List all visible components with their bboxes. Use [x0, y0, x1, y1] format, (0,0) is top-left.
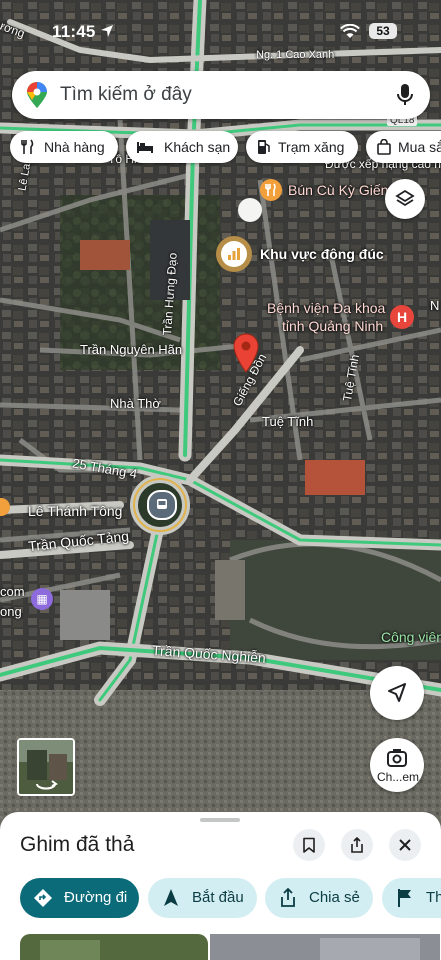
park-label[interactable]: Công viên — [381, 629, 441, 645]
mic-icon[interactable] — [396, 83, 414, 107]
maps-logo-icon — [27, 82, 47, 108]
chip-shopping[interactable]: Mua sắ — [366, 131, 441, 163]
road-label: Tuệ Tĩnh — [262, 414, 314, 429]
place-bottom-sheet[interactable]: Ghim đã thả Đường đi Bắt đầu Chia sẻ Th — [0, 812, 441, 960]
road-label: Lê Thánh Tông — [28, 503, 123, 519]
share-icon — [351, 837, 363, 853]
status-time: 11:45 — [52, 22, 96, 41]
chip-hotels[interactable]: Khách sạn — [126, 131, 238, 163]
chip-restaurants[interactable]: Nhà hàng — [10, 131, 118, 163]
hospital-label-line1[interactable]: Bệnh viện Đa khoa — [267, 300, 385, 316]
search-input[interactable]: Tìm kiếm ở đây — [60, 84, 192, 106]
start-button[interactable]: Bắt đầu — [148, 878, 257, 918]
more-action-button[interactable]: Th — [382, 878, 441, 918]
dropped-pin-marker[interactable] — [231, 332, 261, 379]
share-icon — [281, 888, 295, 907]
camera-search-icon — [387, 749, 407, 767]
directions-icon — [34, 889, 52, 907]
close-icon — [399, 839, 411, 851]
road-label: Nhà Thờ — [110, 396, 161, 411]
layers-icon — [395, 189, 415, 207]
share-top-button[interactable] — [341, 829, 373, 861]
fork-knife-icon — [265, 183, 276, 196]
restaurant-marker[interactable] — [260, 179, 282, 201]
battery-indicator: 53 — [369, 23, 397, 39]
bookmark-icon — [303, 837, 315, 853]
save-button[interactable] — [293, 829, 325, 861]
category-chips: Nhà hàng Khách sạn Trạm xăng Mua sắ — [10, 131, 441, 163]
navigation-start-icon — [164, 889, 178, 906]
red-pin-icon — [233, 333, 259, 373]
lens-label: Ch...em — [376, 770, 419, 784]
status-bar: 11:45 53 — [0, 20, 441, 46]
edge-label: com — [0, 584, 25, 599]
search-bar[interactable]: Tìm kiếm ở đây — [12, 71, 430, 119]
street-view-thumbnail[interactable] — [17, 738, 75, 796]
road-label: Trần Nguyên Hãn — [80, 342, 183, 357]
flag-icon — [398, 889, 411, 907]
wifi-icon — [340, 24, 360, 38]
busy-area-label[interactable]: Khu vực đông đúc — [260, 246, 384, 262]
location-arrow-icon — [101, 25, 113, 37]
navigation-arrow-icon — [388, 683, 406, 702]
gas-station-icon — [258, 140, 270, 154]
poi-label[interactable]: Bún Cù Kỳ Giếng — [288, 182, 396, 198]
road-label: Ng. 1 Cao Xanh — [256, 49, 335, 61]
hospital-icon[interactable]: H — [390, 305, 414, 329]
photo-strip[interactable] — [20, 934, 440, 960]
hospital-label-line2[interactable]: tỉnh Quảng Ninh — [282, 318, 383, 334]
layers-button[interactable] — [385, 179, 425, 219]
crowd-bars-icon — [228, 248, 240, 260]
edge-label: ong — [0, 604, 22, 619]
my-location-button[interactable] — [370, 666, 424, 720]
bed-icon — [137, 142, 153, 153]
edge-label: N — [430, 298, 440, 313]
directions-button[interactable]: Đường đi — [20, 878, 139, 918]
sheet-drag-handle[interactable] — [200, 818, 240, 822]
fork-knife-icon — [21, 139, 34, 154]
close-button[interactable] — [389, 829, 421, 861]
share-button[interactable]: Chia sẻ — [265, 878, 373, 918]
chip-gas-stations[interactable]: Trạm xăng — [246, 131, 358, 163]
shopping-marker-icon[interactable]: ▦ — [31, 588, 53, 610]
bus-stop-icon[interactable] — [147, 490, 177, 520]
sheet-title: Ghim đã thả — [20, 833, 135, 856]
busy-area-marker[interactable] — [216, 236, 252, 272]
lens-button[interactable]: Ch...em — [370, 738, 424, 792]
shopping-bag-icon — [377, 139, 391, 155]
